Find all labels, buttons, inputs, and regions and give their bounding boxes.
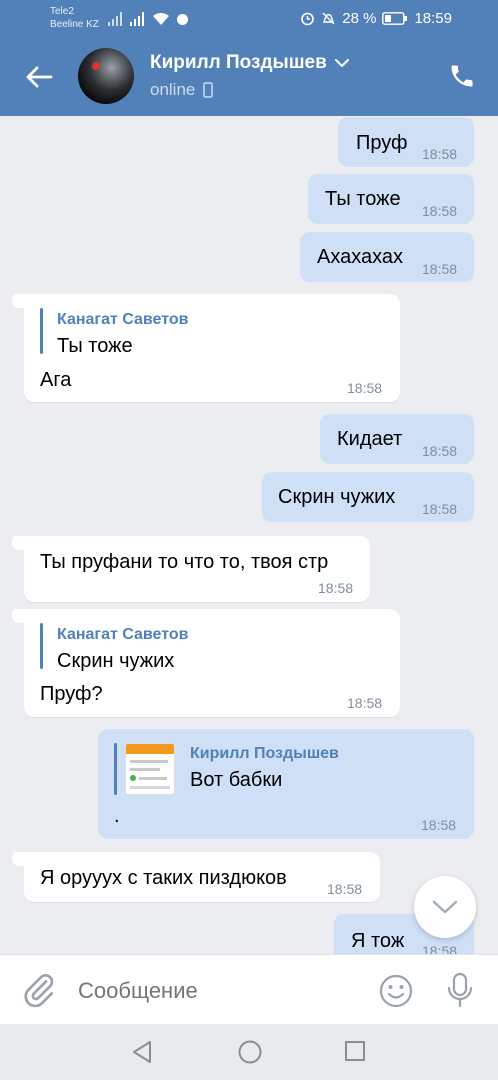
message-time: 18:58	[318, 580, 354, 596]
outgoing-message[interactable]: Пруф 18:58	[338, 117, 474, 167]
message-time: 18:58	[422, 501, 458, 517]
arrow-left-icon	[26, 66, 53, 88]
chevron-down-icon	[432, 900, 458, 914]
incoming-message[interactable]: Канагат Саветов Ты тоже Ага 18:58	[24, 294, 400, 402]
quote-text: Ты тоже	[57, 335, 133, 357]
message-time: 18:58	[422, 146, 458, 162]
quote-author: Канагат Саветов	[57, 626, 189, 643]
message-time: 18:58	[347, 380, 383, 396]
online-status: online	[150, 80, 214, 100]
carrier-1: Tele2	[50, 6, 74, 17]
avatar[interactable]	[78, 48, 134, 104]
contact-name-text: Кирилл Поздышев	[150, 52, 327, 73]
message-text: Пруф	[356, 132, 408, 154]
carrier-2: Beeline KZ	[50, 19, 99, 30]
quote-author: Кирилл Поздышев	[190, 745, 339, 762]
message-text: Ахахахах	[317, 246, 404, 268]
phone-icon	[451, 65, 473, 87]
quote-bar	[114, 743, 117, 795]
nav-home-button[interactable]	[236, 1038, 264, 1066]
chat-header: Кирилл Поздышев online	[0, 40, 498, 116]
status-text: online	[150, 80, 196, 99]
message-text: .	[114, 805, 120, 827]
signal-icon	[130, 12, 144, 26]
message-time: 18:58	[327, 881, 363, 897]
chevron-down-icon	[334, 58, 349, 67]
message-composer	[0, 954, 498, 1024]
outgoing-message[interactable]: Ты тоже 18:58	[308, 174, 474, 224]
quote-author: Канагат Саветов	[57, 311, 189, 328]
signal-icon	[108, 12, 122, 26]
signal-icons	[108, 12, 189, 26]
status-right: 28 % 18:59	[300, 10, 452, 27]
attach-button[interactable]	[20, 971, 58, 1009]
scroll-to-bottom-button[interactable]	[414, 876, 476, 938]
triangle-back-icon	[133, 1041, 151, 1063]
alarm-icon	[301, 12, 315, 26]
back-button[interactable]	[22, 60, 56, 94]
call-button[interactable]	[448, 62, 478, 92]
system-navigation-bar	[0, 1024, 498, 1080]
message-time: 18:58	[422, 943, 458, 954]
carrier-names: Tele2 Beeline KZ	[50, 5, 99, 31]
voice-message-button[interactable]	[442, 971, 478, 1009]
outgoing-message[interactable]: Кидает 18:58	[320, 414, 474, 464]
message-text: Ты тоже	[325, 188, 401, 210]
quote-text: Вот бабки	[190, 769, 283, 791]
circle-home-icon	[238, 1040, 262, 1064]
message-text: Я орууух с таких пиздюков	[40, 867, 287, 889]
message-time: 18:58	[422, 443, 458, 459]
message-text: Я тож	[351, 930, 405, 952]
incoming-message[interactable]: Ты пруфани то что то, твоя стр 18:58	[24, 536, 370, 602]
nav-back-button[interactable]	[128, 1038, 156, 1066]
smiley-icon	[379, 974, 413, 1008]
message-input[interactable]	[78, 975, 358, 1007]
message-text: Ага	[40, 369, 72, 391]
wifi-icon	[153, 12, 169, 25]
incoming-message[interactable]: Я орууух с таких пиздюков 18:58	[24, 852, 380, 902]
message-list[interactable]: Пруф 18:58 Ты тоже 18:58 Ахахахах 18:58 …	[0, 116, 498, 954]
battery-percent: 28 %	[342, 10, 377, 27]
message-text: Кидает	[337, 428, 403, 450]
quote-bar	[40, 308, 43, 354]
contact-name[interactable]: Кирилл Поздышев	[150, 52, 349, 74]
square-recents-icon	[345, 1041, 365, 1061]
nav-recents-button[interactable]	[342, 1038, 368, 1064]
message-text: Пруф?	[40, 683, 103, 705]
chat-bubble-icon	[177, 14, 188, 25]
status-bar: Tele2 Beeline KZ 28 % 18:59	[0, 0, 498, 40]
quote-text: Скрин чужих	[57, 650, 175, 672]
mobile-icon	[203, 82, 214, 98]
mute-icon	[322, 12, 335, 25]
battery-icon	[382, 12, 408, 25]
outgoing-message[interactable]: Скрин чужих 18:58	[262, 472, 474, 522]
message-time: 18:58	[422, 203, 458, 219]
message-time: 18:58	[421, 817, 457, 833]
emoji-button[interactable]	[378, 973, 414, 1009]
incoming-message[interactable]: Канагат Саветов Скрин чужих Пруф? 18:58	[24, 609, 400, 717]
message-time: 18:58	[422, 261, 458, 277]
status-time: 18:59	[414, 10, 452, 27]
outgoing-message[interactable]: Ахахахах 18:58	[300, 232, 474, 282]
microphone-icon	[447, 972, 473, 1008]
quote-bar	[40, 623, 43, 669]
paperclip-icon	[24, 974, 54, 1008]
message-text: Ты пруфани то что то, твоя стр	[40, 551, 329, 573]
screenshot-thumbnail[interactable]	[125, 743, 175, 795]
outgoing-message[interactable]: Кирилл Поздышев Вот бабки . 18:58	[98, 729, 474, 839]
message-time: 18:58	[347, 695, 383, 711]
message-text: Скрин чужих	[278, 486, 396, 508]
